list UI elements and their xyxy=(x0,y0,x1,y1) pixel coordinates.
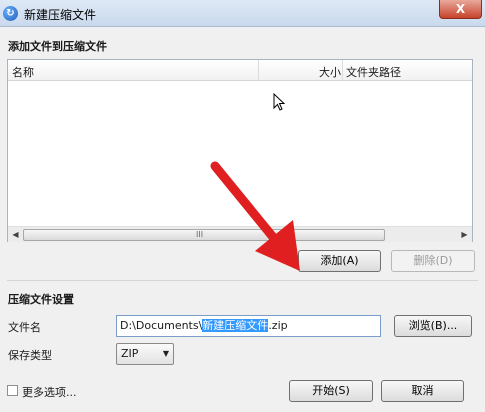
archive-path-input[interactable]: D:\Documents\新建压缩文件.zip xyxy=(116,315,381,337)
column-size[interactable]: 大小 xyxy=(319,64,341,80)
scrollbar-thumb[interactable]: III xyxy=(23,229,385,241)
save-type-select[interactable]: ZIP ▼ xyxy=(116,343,174,365)
save-type-value: ZIP xyxy=(121,347,139,360)
app-icon: ↻ xyxy=(3,6,18,21)
more-options-checkbox[interactable] xyxy=(7,385,18,396)
add-button[interactable]: 添加(A) xyxy=(298,250,381,272)
chevron-down-icon: ▼ xyxy=(162,349,169,358)
window-title: 新建压缩文件 xyxy=(24,8,97,22)
scrollbar-grip-icon: III xyxy=(196,230,204,239)
cancel-button[interactable]: 取消 xyxy=(381,380,464,402)
mouse-pointer-icon xyxy=(273,93,285,111)
scroll-right-icon[interactable]: ▶ xyxy=(458,228,471,241)
path-suffix: .zip xyxy=(268,319,288,332)
save-type-label: 保存类型 xyxy=(8,349,52,362)
archive-settings-section-title: 压缩文件设置 xyxy=(8,293,74,306)
start-button[interactable]: 开始(S) xyxy=(289,380,373,402)
browse-button[interactable]: 浏览(B)... xyxy=(394,315,472,337)
title-bar[interactable]: ↻ 新建压缩文件 X xyxy=(0,0,485,27)
more-options-label[interactable]: 更多选项... xyxy=(22,384,77,400)
add-files-section-title: 添加文件到压缩文件 xyxy=(8,40,107,53)
filename-label: 文件名 xyxy=(8,321,41,334)
file-list-header: 名称 大小 文件夹路径 xyxy=(8,60,472,81)
column-divider[interactable] xyxy=(342,60,343,80)
column-folder-path[interactable]: 文件夹路径 xyxy=(346,64,401,80)
delete-button[interactable]: 删除(D) xyxy=(391,250,475,272)
section-divider xyxy=(7,280,478,281)
column-divider[interactable] xyxy=(258,60,259,80)
annotation-arrow-icon xyxy=(210,161,300,271)
close-button[interactable]: X xyxy=(439,0,482,19)
path-selected-text: 新建压缩文件 xyxy=(202,319,269,332)
path-prefix: D:\Documents\ xyxy=(120,319,203,332)
scroll-left-icon[interactable]: ◀ xyxy=(9,228,22,241)
column-name[interactable]: 名称 xyxy=(12,64,34,80)
